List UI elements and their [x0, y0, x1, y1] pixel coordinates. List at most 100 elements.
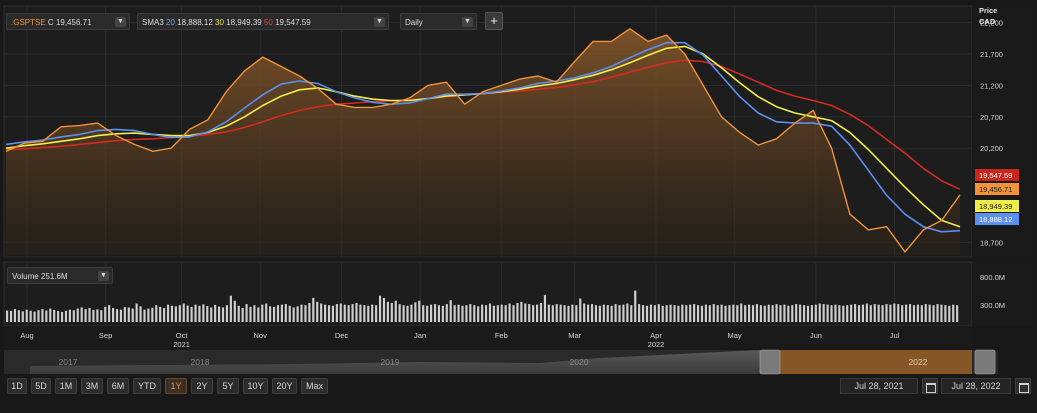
volume-bar [367, 305, 370, 322]
range-button-6m[interactable]: 6M [107, 378, 129, 394]
calendar-icon[interactable] [1015, 378, 1031, 394]
volume-bar [948, 305, 951, 322]
volume-tick-label: 300.0M [980, 301, 1005, 310]
volume-bar [115, 309, 119, 322]
time-axis-panel [4, 326, 972, 348]
date-to-field[interactable]: Jul 28, 2022 [941, 378, 1011, 394]
volume-bar [182, 303, 185, 322]
volume-bar [276, 305, 280, 322]
volume-bar [642, 305, 645, 322]
range-button-5d[interactable]: 5D [31, 378, 51, 394]
range-button-max[interactable]: Max [301, 378, 328, 394]
volume-bar [802, 305, 806, 322]
volume-bar [151, 307, 154, 322]
navigator-selection[interactable] [772, 350, 972, 374]
volume-bar [57, 311, 60, 322]
volume-bar [673, 305, 676, 322]
range-button-1d[interactable]: 1D [7, 378, 27, 394]
sma-indicator-selector[interactable]: SMA3 20 18,888.12 30 18,949.39 50 19,547… [137, 13, 389, 30]
volume-bar [218, 306, 221, 322]
range-button-ytd[interactable]: YTD [133, 378, 161, 394]
navigator-year-label: 2017 [59, 357, 78, 367]
volume-bar [897, 304, 900, 322]
close-prefix: C [47, 18, 54, 27]
range-button-20y[interactable]: 20Y [272, 378, 297, 394]
volume-bar [602, 304, 605, 322]
date-from-field[interactable]: Jul 28, 2021 [840, 378, 918, 394]
chart-canvas[interactable]: 22,20021,70021,20020,70020,20018,700 800… [0, 0, 1037, 413]
time-tick-label: May [728, 331, 742, 340]
volume-bar [575, 305, 578, 322]
add-indicator-button[interactable]: + [485, 12, 503, 30]
volume-bar [123, 307, 126, 322]
volume-bar [426, 305, 429, 322]
volume-bar [210, 307, 213, 322]
volume-bar [720, 304, 723, 322]
volume-bar [657, 304, 660, 322]
volume-bar [433, 304, 437, 322]
last-value-badge: 18,949.39 [975, 200, 1019, 212]
volume-bar [728, 305, 731, 322]
volume-bar [854, 304, 857, 322]
time-tick-label: Nov [254, 331, 268, 340]
volume-bar [80, 307, 83, 322]
volume-bar [814, 304, 817, 322]
volume-bar [49, 308, 52, 322]
time-tick-year: 2021 [173, 340, 190, 349]
volume-bar [736, 305, 739, 322]
time-tick-label: Dec [335, 331, 349, 340]
volume-bar [249, 306, 252, 322]
navigator-left-handle[interactable] [759, 349, 781, 375]
volume-bar [112, 308, 115, 322]
time-tick-label: Oct [176, 331, 189, 340]
volume-bar [159, 306, 162, 322]
volume-bar [744, 305, 747, 322]
time-tick-label: Aug [20, 331, 33, 340]
volume-bar [304, 305, 307, 322]
volume-bar [905, 304, 908, 322]
time-tick-label: Jul [890, 331, 900, 340]
range-button-3m[interactable]: 3M [81, 378, 103, 394]
chevron-down-icon[interactable]: ▼ [374, 17, 385, 27]
volume-bar [783, 304, 786, 322]
volume-bar [724, 305, 727, 322]
sma50-value: 19,547.59 [275, 18, 311, 27]
volume-bar [740, 303, 743, 322]
interval-selector[interactable]: Daily ▼ [400, 13, 477, 30]
calendar-icon[interactable] [922, 378, 938, 394]
range-button-5y[interactable]: 5Y [217, 378, 239, 394]
volume-bar [834, 304, 837, 322]
volume-bar [649, 304, 653, 322]
volume-bar [571, 304, 574, 322]
time-tick-label: Sep [99, 331, 112, 340]
volume-selector[interactable]: Volume 251.6M ▼ [7, 267, 113, 284]
volume-bar [229, 295, 232, 322]
chevron-down-icon[interactable]: ▼ [462, 17, 473, 27]
volume-bar [779, 305, 782, 322]
navigator-right-handle[interactable] [974, 349, 996, 375]
symbol-selector[interactable]: .GSPTSE C 19,456.71 ▼ [6, 13, 130, 30]
volume-bar [163, 308, 166, 322]
volume-bar [37, 310, 40, 322]
sma20-period: 20 [166, 18, 175, 27]
chevron-down-icon[interactable]: ▼ [98, 271, 109, 281]
range-button-1y[interactable]: 1Y [165, 378, 187, 394]
volume-bar [21, 311, 24, 322]
range-button-2y[interactable]: 2Y [191, 378, 213, 394]
volume-bar [312, 297, 315, 322]
volume-bar [944, 305, 947, 322]
volume-bar [669, 304, 672, 322]
volume-bar [810, 305, 813, 322]
chevron-down-icon[interactable]: ▼ [115, 17, 126, 27]
range-button-10y[interactable]: 10Y [243, 378, 268, 394]
volume-bar [68, 309, 71, 322]
volume-bar [237, 305, 240, 322]
time-tick-label: Feb [495, 331, 508, 340]
volume-bar [767, 304, 770, 322]
volume-bar [908, 304, 912, 322]
volume-bar [614, 304, 617, 322]
volume-bar [53, 309, 56, 322]
volume-bar [732, 304, 735, 322]
volume-bar [45, 310, 48, 322]
range-button-1m[interactable]: 1M [55, 378, 77, 394]
